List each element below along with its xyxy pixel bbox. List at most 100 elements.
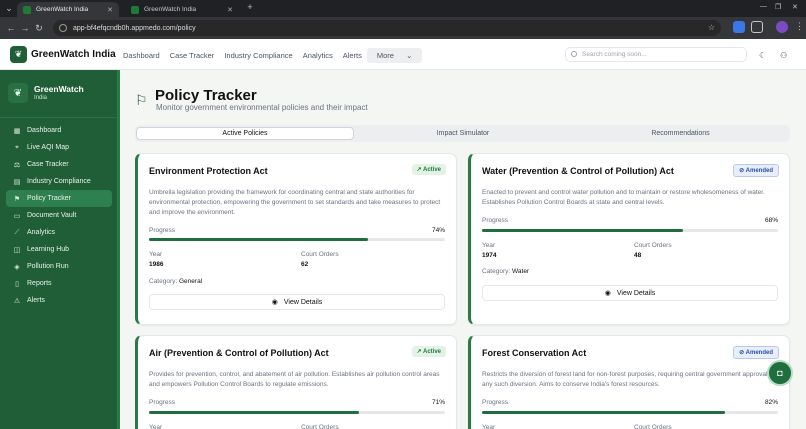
theme-toggle-moon-icon[interactable]: ☾ bbox=[759, 51, 766, 60]
eye-icon: ◉ bbox=[604, 290, 611, 297]
main-content: ⚐ Policy Tracker Monitor government envi… bbox=[120, 70, 806, 429]
sidebar-menu: ▦ Dashboard ⌖ Live AQI Map ⚖ Case Tracker ▤… bbox=[6, 122, 112, 309]
status-label: Active bbox=[422, 167, 441, 173]
sidebar-item-learning-hub[interactable]: ◫ Learning Hub bbox=[6, 241, 112, 258]
sidebar-item-live-aqi-map[interactable]: ⌖ Live AQI Map bbox=[6, 139, 112, 156]
sidebar-title: GreenWatch bbox=[34, 84, 84, 94]
sidebar-item-alerts[interactable]: ⚠ Alerts bbox=[6, 292, 112, 309]
browser-menu-icon[interactable]: ⋮ bbox=[795, 21, 804, 32]
window-close-icon[interactable]: ✕ bbox=[792, 3, 798, 11]
year-label: Year bbox=[482, 424, 496, 429]
policy-card: Air (Prevention & Control of Pollution) … bbox=[135, 335, 457, 429]
sidebar-item-label: Pollution Run bbox=[27, 263, 69, 270]
flag-icon: ⚑ bbox=[13, 195, 21, 203]
leaf-logo-icon[interactable]: ❦ bbox=[10, 46, 27, 63]
sidebar-item-analytics[interactable]: ⟋ Analytics bbox=[6, 224, 112, 241]
new-tab-icon[interactable]: + bbox=[243, 2, 257, 12]
restore-icon[interactable]: ❐ bbox=[775, 3, 781, 11]
minimize-icon[interactable]: — bbox=[760, 3, 767, 10]
status-label: Amended bbox=[745, 168, 773, 174]
nav-case-tracker[interactable]: Case Tracker bbox=[165, 48, 220, 63]
extensions-puzzle-icon[interactable] bbox=[751, 21, 763, 33]
close-icon[interactable]: ✕ bbox=[227, 6, 233, 14]
sidebar-item-policy-tracker[interactable]: ⚑ Policy Tracker bbox=[6, 190, 112, 207]
tab-search-icon[interactable]: ⌄ bbox=[2, 3, 16, 14]
sidebar-item-reports[interactable]: ▯ Reports bbox=[6, 275, 112, 292]
game-icon: ◈ bbox=[14, 263, 20, 271]
tab-impact-simulator[interactable]: Impact Simulator bbox=[354, 127, 572, 140]
document-icon: ▯ bbox=[15, 280, 19, 288]
nav-alerts[interactable]: Alerts bbox=[338, 48, 367, 63]
category: Category: General bbox=[149, 278, 202, 285]
sidebar-item-label: Analytics bbox=[27, 229, 56, 236]
browser-tabstrip: ⌄ GreenWatch India ✕ GreenWatch India ✕ … bbox=[0, 0, 806, 17]
status-badge: ⊘ Amended bbox=[733, 346, 779, 359]
tab-active-policies[interactable]: Active Policies bbox=[136, 127, 354, 140]
profile-avatar-icon[interactable] bbox=[776, 21, 788, 33]
progress-bar bbox=[149, 411, 445, 414]
sidebar-item-label: Learning Hub bbox=[27, 246, 70, 253]
browser-tab-2[interactable]: GreenWatch India ✕ bbox=[125, 2, 239, 17]
scale-icon: ⚖ bbox=[13, 161, 21, 169]
sidebar-item-dashboard[interactable]: ▦ Dashboard bbox=[6, 122, 112, 139]
site-info-icon[interactable] bbox=[59, 24, 67, 32]
reload-icon[interactable]: ↻ bbox=[32, 23, 46, 34]
chatbot-button[interactable]: ◘ bbox=[767, 360, 793, 386]
progress-label: Progress bbox=[149, 227, 176, 234]
progress-label: Progress bbox=[482, 399, 509, 406]
category-label: Category: bbox=[482, 268, 511, 275]
status-badge: ↗ Active bbox=[411, 164, 446, 175]
flag-icon: ⚐ bbox=[135, 92, 148, 108]
search-input[interactable]: Search coming soon... bbox=[565, 47, 747, 62]
status-badge: ⊘ Amended bbox=[733, 164, 779, 177]
user-icon[interactable]: ⚇ bbox=[780, 51, 787, 60]
policy-card: Water (Prevention & Control of Pollution… bbox=[468, 153, 790, 325]
sidebar-item-label: Live AQI Map bbox=[27, 144, 70, 151]
progress-fill bbox=[149, 411, 360, 414]
page-title: Policy Tracker bbox=[155, 87, 257, 104]
browser-tab-1[interactable]: GreenWatch India ✕ bbox=[17, 2, 119, 17]
court-orders-label: Court Orders bbox=[634, 242, 672, 249]
check-circle-icon: ⊘ bbox=[739, 168, 745, 174]
forward-icon[interactable]: → bbox=[18, 23, 32, 33]
category-value: General bbox=[179, 278, 203, 285]
view-details-button[interactable]: ◉ View Details bbox=[149, 294, 445, 310]
policy-description: Restricts the diversion of forest land f… bbox=[482, 371, 777, 388]
progress-fill bbox=[149, 238, 369, 241]
court-orders-value: 48 bbox=[634, 252, 642, 259]
nav-more-button[interactable]: More ⌄ bbox=[366, 48, 423, 63]
bookmark-star-icon[interactable]: ☆ bbox=[708, 23, 715, 32]
brand-name[interactable]: GreenWatch India bbox=[31, 49, 116, 60]
close-icon[interactable]: ✕ bbox=[107, 6, 113, 14]
search-placeholder: Search coming soon... bbox=[582, 51, 647, 58]
trend-up-icon: ↗ bbox=[416, 167, 422, 173]
policy-description: Enacted to prevent and control water pol… bbox=[482, 189, 765, 206]
view-details-button[interactable]: ◉ View Details bbox=[482, 285, 778, 301]
url-field[interactable]: app-bf4efqcndb0h.appmedo.com/policy ☆ bbox=[53, 20, 721, 36]
sidebar-item-industry-compliance[interactable]: ▤ Industry Compliance bbox=[6, 173, 112, 190]
policy-card: Environment Protection Act ↗ Active Umbr… bbox=[135, 153, 457, 325]
view-details-label: View Details bbox=[283, 298, 323, 306]
year-label: Year bbox=[482, 242, 496, 249]
chevron-down-icon: ⌄ bbox=[406, 51, 413, 60]
nav-analytics[interactable]: Analytics bbox=[298, 48, 338, 63]
policy-card: Forest Conservation Act ⊘ Amended Restri… bbox=[468, 335, 790, 429]
back-icon[interactable]: ← bbox=[4, 23, 18, 33]
sidebar-item-pollution-run[interactable]: ◈ Pollution Run bbox=[6, 258, 112, 275]
policy-title: Environment Protection Act bbox=[149, 166, 268, 176]
year-value: 1986 bbox=[149, 261, 164, 268]
policy-description: Provides for prevention, control, and ab… bbox=[149, 371, 440, 388]
nav-industry-compliance[interactable]: Industry Compliance bbox=[219, 48, 297, 63]
sidebar-item-case-tracker[interactable]: ⚖ Case Tracker bbox=[6, 156, 112, 173]
nav-dashboard[interactable]: Dashboard bbox=[118, 48, 165, 63]
chart-icon: ⟋ bbox=[14, 228, 20, 236]
progress-value: 68% bbox=[764, 217, 778, 224]
search-icon bbox=[571, 51, 577, 57]
extension-icon[interactable] bbox=[733, 21, 745, 33]
sidebar-subtitle: India bbox=[34, 95, 48, 101]
bot-icon: ◘ bbox=[777, 368, 783, 378]
factory-icon: ▤ bbox=[13, 178, 21, 186]
sidebar-item-document-vault[interactable]: ▭ Document Vault bbox=[6, 207, 112, 224]
tab-recommendations[interactable]: Recommendations bbox=[572, 127, 789, 140]
favicon-icon bbox=[131, 5, 139, 14]
